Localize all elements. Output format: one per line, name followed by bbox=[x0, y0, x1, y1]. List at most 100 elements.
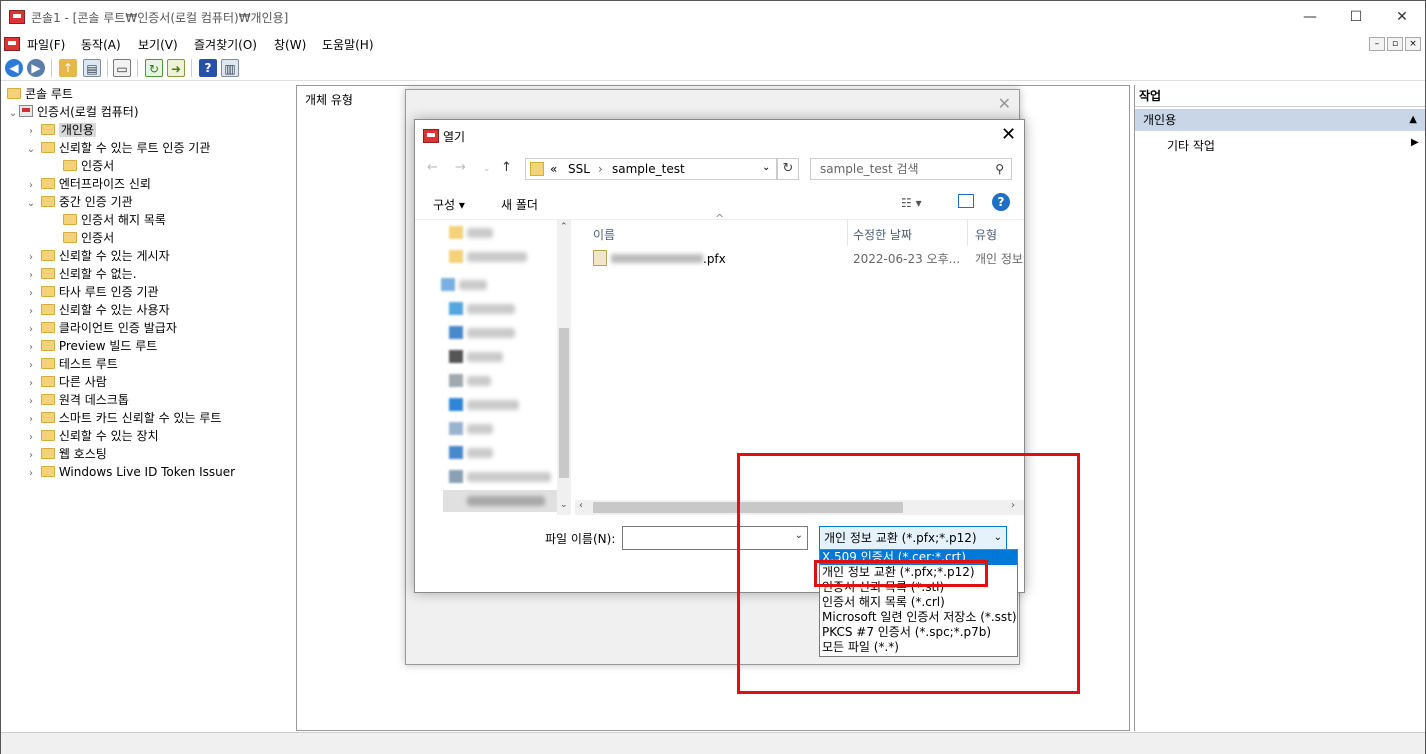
refresh-icon[interactable]: ↻ bbox=[145, 59, 163, 77]
tree-node-personal[interactable]: › 개인용 bbox=[25, 121, 96, 139]
wizard-close-icon[interactable]: ✕ bbox=[998, 94, 1011, 113]
tree-node-web-hosting[interactable]: › 웹 호스팅 bbox=[25, 445, 107, 463]
mmc-window: 콘솔1 - [콘솔 루트₩인증서(로컬 컴퓨터)₩개인용] — ☐ ✕ 파일(F… bbox=[0, 0, 1426, 754]
tree-node-trusted-root[interactable]: ⌄ 신뢰할 수 있는 루트 인증 기관 bbox=[25, 139, 211, 159]
tree-node-smart-card-root[interactable]: › 스마트 카드 신뢰할 수 있는 루트 bbox=[25, 409, 221, 427]
file-type: 개인 정보 bbox=[975, 252, 1023, 266]
refresh-icon[interactable]: ↻ bbox=[777, 158, 799, 180]
window-title: 콘솔1 - [콘솔 루트₩인증서(로컬 컴퓨터)₩개인용] bbox=[31, 11, 289, 25]
address-bar[interactable]: « SSL › sample_test ⌄ bbox=[525, 158, 777, 180]
child-window-icon[interactable] bbox=[4, 37, 20, 51]
column-header-type[interactable]: 유형 bbox=[975, 226, 997, 243]
mdi-restore-button[interactable]: ▫ bbox=[1387, 37, 1403, 51]
menu-favorites[interactable]: 즐겨찾기(O) bbox=[194, 36, 257, 53]
mdi-minimize-button[interactable]: – bbox=[1369, 37, 1385, 51]
tree-node-third-party-root[interactable]: › 타사 루트 인증 기관 bbox=[25, 283, 159, 301]
menu-action[interactable]: 동작(A) bbox=[81, 36, 121, 53]
downloads-icon bbox=[449, 326, 463, 339]
certificate-store-icon bbox=[19, 105, 33, 117]
tree-node-other-people[interactable]: › 다른 사람 bbox=[25, 373, 107, 391]
folder-icon bbox=[40, 376, 55, 387]
organize-button[interactable]: 구성 ▾ bbox=[433, 196, 465, 213]
help-icon[interactable]: ? bbox=[199, 59, 217, 77]
submenu-arrow-icon: ▶ bbox=[1411, 137, 1419, 148]
tree-node-enterprise-trust[interactable]: › 엔터프라이즈 신뢰 bbox=[25, 175, 151, 193]
close-button[interactable]: ✕ bbox=[1379, 1, 1425, 33]
actions-section-personal[interactable]: 개인용 ▲ bbox=[1135, 109, 1425, 131]
menu-help[interactable]: 도움말(H) bbox=[322, 36, 374, 53]
more-actions-item[interactable]: 기타 작업 bbox=[1167, 137, 1215, 154]
back-arrow-icon[interactable]: ◀ bbox=[5, 59, 23, 77]
blurred-label bbox=[467, 448, 493, 458]
folder-icon bbox=[40, 340, 55, 351]
tree-node-certificates-local[interactable]: ⌄ 인증서(로컬 컴퓨터) bbox=[7, 103, 139, 121]
menu-view[interactable]: 보기(V) bbox=[138, 36, 178, 53]
back-nav-icon[interactable]: ← bbox=[427, 160, 438, 175]
navigation-scrollbar[interactable]: ⌃ ⌄ bbox=[557, 220, 571, 515]
chevron-down-icon[interactable]: ⌄ bbox=[7, 105, 19, 123]
dialog-close-icon[interactable]: ✕ bbox=[1001, 124, 1016, 145]
tree-node-test-roots[interactable]: › 테스트 루트 bbox=[25, 355, 118, 373]
tree-node-console-root[interactable]: 콘솔 루트 bbox=[7, 85, 73, 103]
forward-arrow-icon[interactable]: ▶ bbox=[27, 59, 45, 77]
scroll-up-icon[interactable]: ⌃ bbox=[560, 222, 568, 232]
up-folder-icon[interactable]: ↑ bbox=[59, 59, 77, 77]
folder-icon bbox=[40, 448, 55, 459]
mdi-close-button[interactable]: × bbox=[1405, 37, 1421, 51]
search-input[interactable]: sample_test 검색 ⚲ bbox=[810, 158, 1012, 180]
chevron-down-icon[interactable]: ⌄ bbox=[25, 195, 37, 213]
folder-icon bbox=[40, 394, 55, 405]
tree-node-trusted-devices[interactable]: › 신뢰할 수 있는 장치 bbox=[25, 427, 159, 445]
new-folder-button[interactable]: 새 폴더 bbox=[501, 196, 538, 213]
column-header-name[interactable]: 이름 bbox=[593, 226, 615, 243]
object-type-column-header[interactable]: 개체 유형 bbox=[305, 91, 353, 108]
tree-node-trusted-publishers[interactable]: › 신뢰할 수 있는 게시자 bbox=[25, 247, 170, 265]
tree-node-intermediate-ca[interactable]: ⌄ 중간 인증 기관 bbox=[25, 193, 133, 211]
maximize-button[interactable]: ☐ bbox=[1333, 1, 1379, 33]
recent-locations-icon[interactable]: ⌄ bbox=[483, 164, 491, 174]
folder-icon bbox=[40, 142, 55, 153]
tree-node-windows-live-id[interactable]: › Windows Live ID Token Issuer bbox=[25, 463, 235, 481]
scroll-left-icon[interactable]: ‹ bbox=[579, 500, 583, 511]
toolbar: ◀ ▶ ↑ ▤ ▭ ↻ ➜ ? ▥ bbox=[1, 55, 1425, 81]
tree-node-remote-desktop[interactable]: › 원격 데스크톱 bbox=[25, 391, 129, 409]
show-action-pane-icon[interactable]: ▥ bbox=[221, 59, 239, 77]
up-nav-icon[interactable]: ↑ bbox=[501, 160, 512, 175]
column-separator[interactable] bbox=[847, 220, 848, 246]
menu-file[interactable]: 파일(F) bbox=[27, 36, 65, 53]
tree-node-trusted-root-certs[interactable]: 인증서 bbox=[63, 157, 114, 175]
export-list-icon[interactable]: ➜ bbox=[167, 59, 185, 77]
breadcrumb-sample-test[interactable]: sample_test bbox=[612, 162, 685, 176]
tree-node-trusted-people[interactable]: › 신뢰할 수 있는 사용자 bbox=[25, 301, 170, 319]
column-separator[interactable] bbox=[967, 220, 968, 246]
help-icon[interactable]: ? bbox=[992, 193, 1010, 211]
tree-node-crl[interactable]: 인증서 해지 목록 bbox=[63, 211, 166, 229]
chevron-down-icon[interactable]: ⌄ bbox=[25, 141, 37, 159]
properties-icon[interactable]: ▭ bbox=[113, 59, 131, 77]
folder-icon bbox=[7, 88, 21, 99]
folder-icon bbox=[40, 412, 55, 423]
menu-window[interactable]: 창(W) bbox=[274, 36, 306, 53]
folder-icon bbox=[63, 214, 77, 225]
tree-node-client-auth-issuers[interactable]: › 클라이언트 인증 발급자 bbox=[25, 319, 177, 337]
show-hide-tree-icon[interactable]: ▤ bbox=[83, 59, 101, 77]
forward-nav-icon[interactable]: → bbox=[455, 160, 466, 175]
minimize-button[interactable]: — bbox=[1287, 1, 1333, 33]
scroll-down-icon[interactable]: ⌄ bbox=[560, 500, 568, 510]
chevron-right-icon[interactable]: › bbox=[25, 465, 37, 483]
chevron-down-icon[interactable]: ⌄ bbox=[762, 162, 770, 173]
tree-node-untrusted[interactable]: › 신뢰할 수 없는. bbox=[25, 265, 137, 283]
breadcrumb-ssl[interactable]: SSL bbox=[568, 162, 590, 176]
folder-icon bbox=[63, 160, 77, 171]
view-options-icon[interactable]: ☷ ▾ bbox=[901, 196, 922, 210]
preview-pane-icon[interactable] bbox=[958, 194, 974, 208]
file-row[interactable]: .pfx 2022-06-23 오후... 개인 정보 bbox=[593, 248, 1024, 270]
column-header-date[interactable]: 수정한 날짜 bbox=[853, 226, 912, 243]
folder-icon bbox=[40, 286, 55, 297]
blurred-label bbox=[467, 252, 527, 262]
tree-node-intermediate-certs[interactable]: 인증서 bbox=[63, 229, 114, 247]
scrollbar-thumb[interactable] bbox=[559, 328, 569, 478]
tree-node-preview-build-roots[interactable]: › Preview 빌드 루트 bbox=[25, 337, 157, 355]
blurred-label bbox=[459, 280, 487, 290]
collapse-up-icon[interactable]: ▲ bbox=[1409, 109, 1417, 131]
